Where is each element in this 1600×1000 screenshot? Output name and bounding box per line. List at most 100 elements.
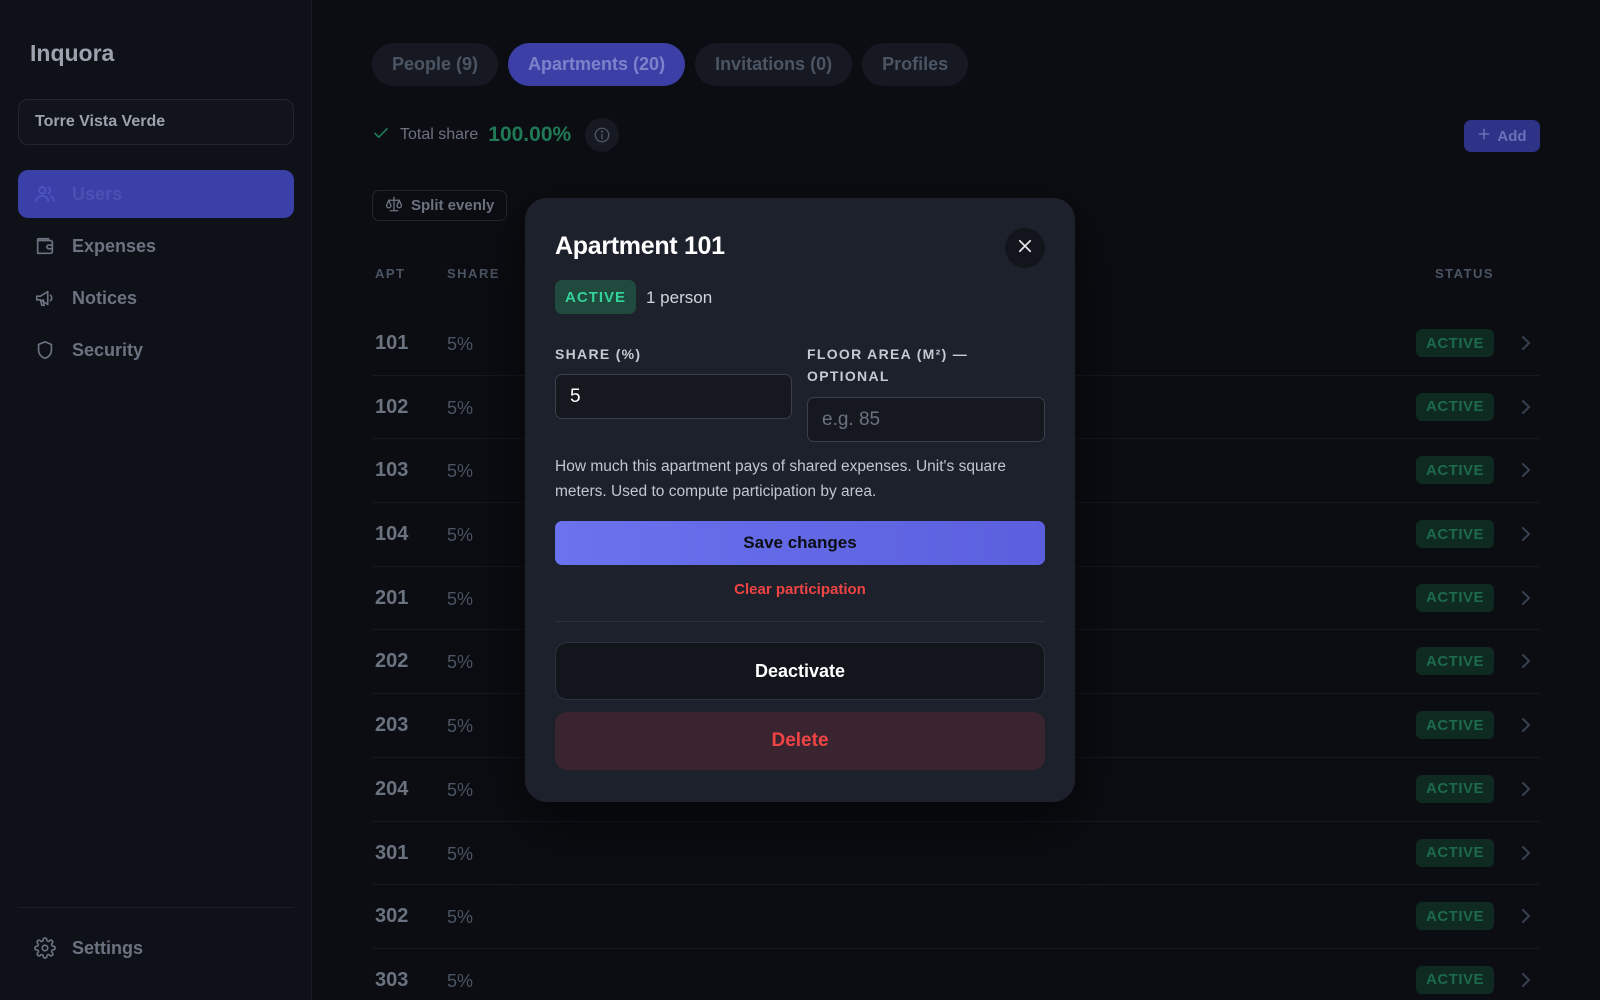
chevron-right-icon <box>1519 844 1533 867</box>
sidebar-item-security[interactable]: Security <box>18 326 294 374</box>
sidebar-item-notices[interactable]: Notices <box>18 274 294 322</box>
apartment-number: 302 <box>375 905 409 928</box>
sidebar-item-expenses[interactable]: Expenses <box>18 222 294 270</box>
add-button-label: Add <box>1497 127 1527 145</box>
app-brand: Inquora <box>30 40 115 66</box>
apartment-share: 5% <box>447 397 474 418</box>
plus-icon <box>1477 127 1491 145</box>
apartment-share: 5% <box>447 843 474 864</box>
chevron-right-icon <box>1519 589 1533 612</box>
column-header-status: STATUS <box>1435 266 1495 281</box>
total-share-value: 100.00% <box>488 123 572 146</box>
apartment-share: 5% <box>447 716 474 737</box>
status-badge: ACTIVE <box>1416 711 1495 740</box>
wallet-icon <box>34 235 56 257</box>
clear-participation-link[interactable]: Clear participation <box>555 581 1045 598</box>
apartment-number: 103 <box>375 459 409 482</box>
close-button[interactable] <box>1005 228 1045 268</box>
split-evenly-label: Split evenly <box>411 197 495 214</box>
chevron-right-icon <box>1519 461 1533 484</box>
settings-nav: Settings <box>18 924 294 976</box>
gear-icon <box>34 937 56 959</box>
apartment-number: 101 <box>375 332 409 354</box>
floor-area-label: FLOOR AREA (M²) — OPTIONAL <box>807 343 968 387</box>
sidebar: Inquora Torre Vista Verde Users Expenses <box>0 0 312 1000</box>
apartment-share: 5% <box>447 588 474 609</box>
apartment-share: 5% <box>447 970 474 991</box>
apartment-share: 5% <box>447 334 474 354</box>
status-badge: ACTIVE <box>1416 774 1495 803</box>
deactivate-button[interactable]: Deactivate <box>555 642 1045 700</box>
sidebar-divider <box>18 907 294 908</box>
apartment-number: 104 <box>375 523 409 546</box>
save-changes-button[interactable]: Save changes <box>555 521 1045 565</box>
apartment-share: 5% <box>447 461 474 482</box>
tab-bar: People (9) Apartments (20) Invitations (… <box>372 43 969 86</box>
tab-profiles[interactable]: Profiles <box>862 43 969 86</box>
table-row[interactable]: 303 5% ACTIVE <box>372 949 1540 1000</box>
tab-invitations[interactable]: Invitations (0) <box>695 43 853 86</box>
chevron-right-icon <box>1519 652 1533 675</box>
status-badge: ACTIVE <box>1416 902 1495 931</box>
megaphone-icon <box>34 287 56 309</box>
status-badge: ACTIVE <box>1416 329 1495 357</box>
apartment-modal: Apartment 101 ACTIVE 1 person SHARE (%) … <box>525 198 1075 802</box>
chevron-right-icon <box>1519 971 1533 994</box>
help-text: How much this apartment pays of shared e… <box>555 458 1006 500</box>
total-share-summary: Total share 100.00% <box>372 118 620 152</box>
column-header-apt: APT <box>375 266 406 281</box>
floor-area-label-line2: OPTIONAL <box>807 368 890 384</box>
chevron-right-icon <box>1519 907 1533 930</box>
tab-apartments[interactable]: Apartments (20) <box>508 43 686 86</box>
sidebar-item-settings[interactable]: Settings <box>18 924 294 972</box>
chevron-right-icon <box>1519 334 1533 357</box>
chevron-right-icon <box>1519 780 1533 803</box>
delete-button[interactable]: Delete <box>555 712 1045 770</box>
share-input[interactable] <box>555 374 792 419</box>
sidebar-item-label: Security <box>72 339 144 360</box>
users-icon <box>34 183 56 205</box>
status-badge: ACTIVE <box>1416 520 1495 549</box>
status-badge: ACTIVE <box>555 280 637 314</box>
chevron-right-icon <box>1519 398 1533 421</box>
sidebar-item-label: Users <box>72 183 123 204</box>
status-badge: ACTIVE <box>1416 583 1495 612</box>
sidebar-item-label: Notices <box>72 287 138 308</box>
chevron-right-icon <box>1519 716 1533 739</box>
share-label: SHARE (%) <box>555 346 642 362</box>
sidebar-item-label: Settings <box>72 937 144 958</box>
apartment-number: 102 <box>375 395 409 418</box>
table-row[interactable]: 301 5% ACTIVE <box>372 822 1540 886</box>
chevron-right-icon <box>1519 525 1533 548</box>
close-icon <box>1016 237 1034 260</box>
status-badge: ACTIVE <box>1416 456 1495 485</box>
apartment-number: 202 <box>375 650 409 673</box>
check-icon <box>372 124 390 147</box>
modal-divider <box>555 621 1045 622</box>
floor-area-input[interactable] <box>807 397 1045 442</box>
floor-area-label-line1: FLOOR AREA (M²) — <box>807 346 969 362</box>
status-badge: ACTIVE <box>1416 965 1495 994</box>
apartment-share: 5% <box>447 907 474 928</box>
column-header-share: SHARE <box>447 266 501 281</box>
apartment-number: 204 <box>375 777 409 800</box>
apartment-number: 303 <box>375 968 409 991</box>
add-apartment-button[interactable]: Add <box>1464 120 1540 152</box>
apartment-share: 5% <box>447 779 474 800</box>
sidebar-item-label: Expenses <box>72 235 157 256</box>
status-badge: ACTIVE <box>1416 392 1495 421</box>
sidebar-item-users[interactable]: Users <box>18 170 294 218</box>
table-row[interactable]: 302 5% ACTIVE <box>372 885 1540 949</box>
total-share-label: Total share <box>400 126 479 143</box>
status-badge: ACTIVE <box>1416 838 1495 867</box>
status-badge: ACTIVE <box>1416 647 1495 676</box>
sidebar-nav: Users Expenses Notices Security <box>18 170 294 378</box>
apartment-number: 203 <box>375 714 409 737</box>
split-evenly-button[interactable]: Split evenly <box>372 190 508 221</box>
apartment-number: 201 <box>375 586 409 609</box>
workspace-selector[interactable]: Torre Vista Verde <box>18 99 294 145</box>
modal-title: Apartment 101 <box>555 232 725 260</box>
apartment-share: 5% <box>447 525 474 546</box>
info-icon[interactable] <box>585 118 620 152</box>
tab-people[interactable]: People (9) <box>372 43 499 86</box>
